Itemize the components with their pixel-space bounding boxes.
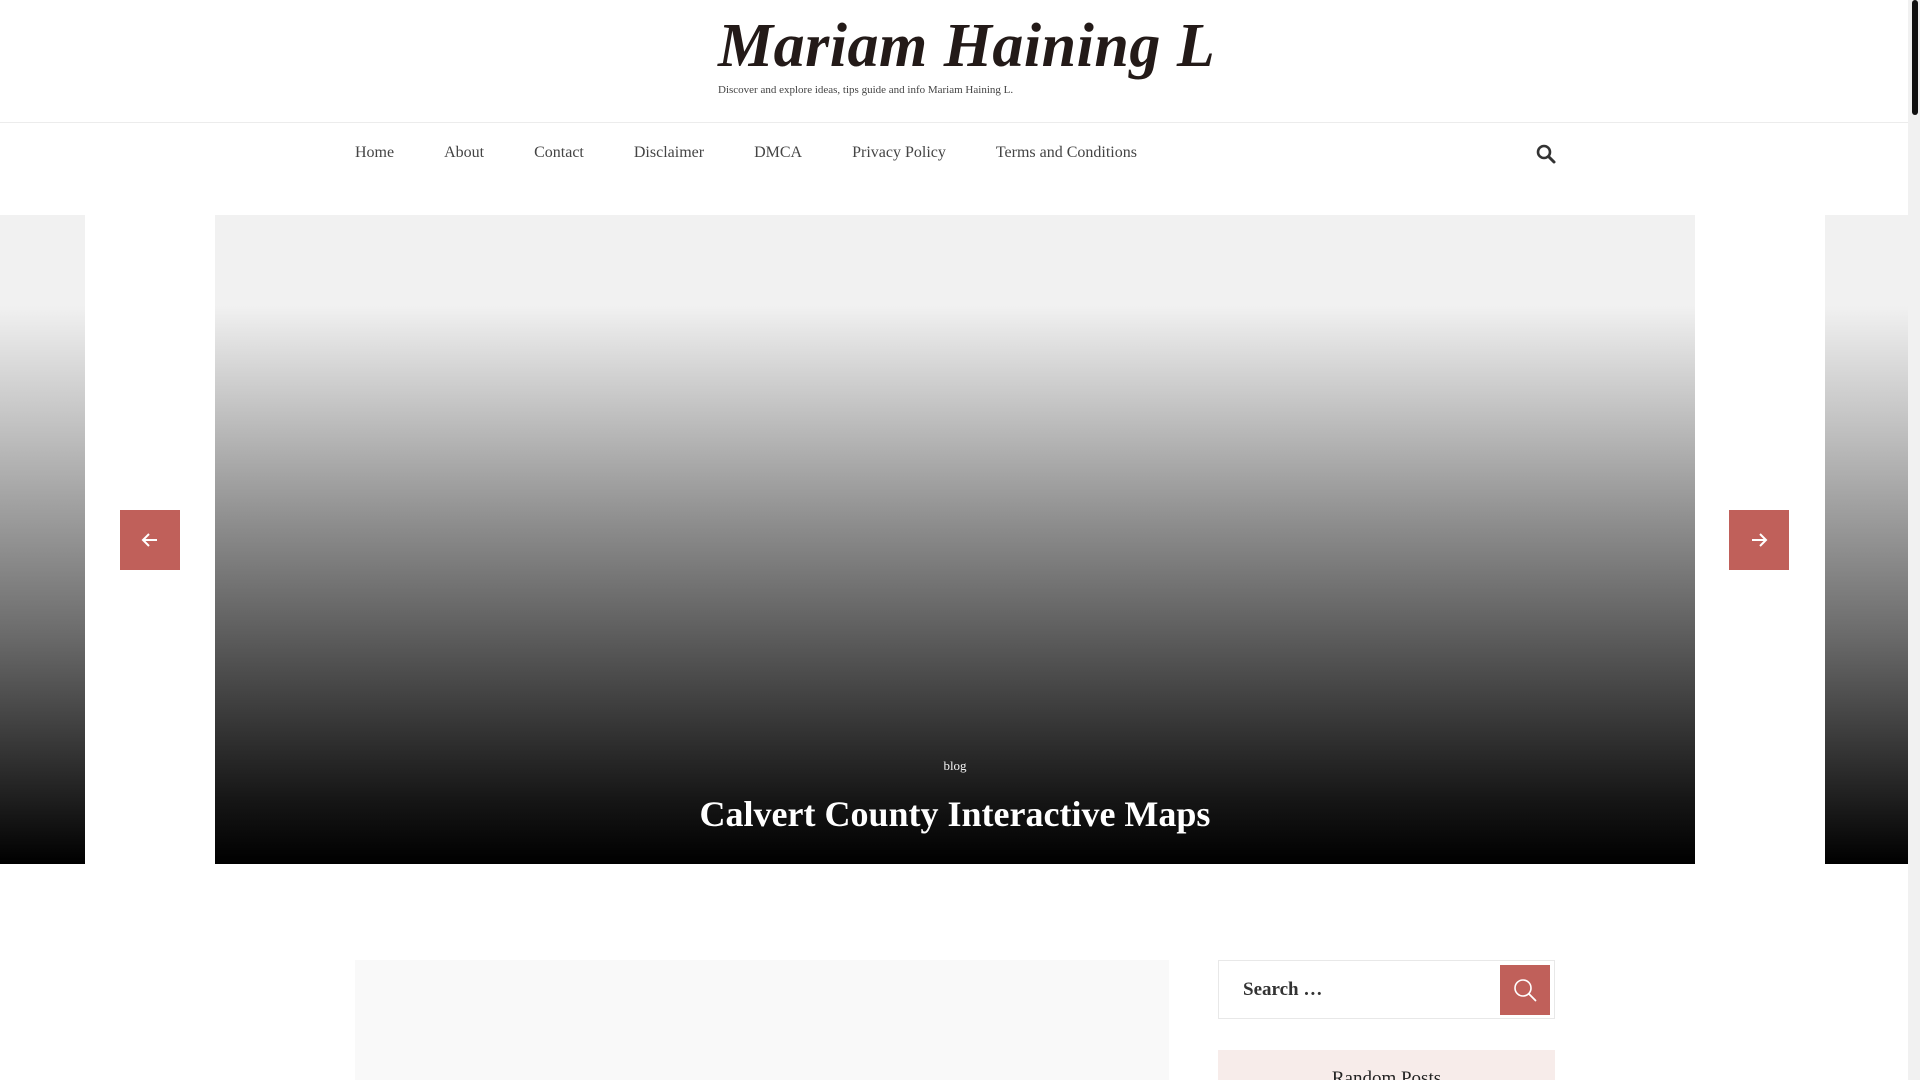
sidebar-search-button[interactable] <box>1500 965 1550 1015</box>
featured-slider: blog Calvert County Interactive Maps <box>0 215 1908 864</box>
scrollbar-thumb[interactable] <box>1912 0 1918 115</box>
site-description: Discover and explore ideas, tips guide a… <box>718 84 1014 96</box>
site-title[interactable]: Mariam Haining L <box>718 12 1215 80</box>
nav-item-disclaimer[interactable]: Disclaimer <box>634 144 704 162</box>
featured-slide[interactable]: blog Calvert County Interactive Maps <box>215 215 1695 864</box>
nav-item-contact[interactable]: Contact <box>534 144 584 162</box>
main-navigation: Home About Contact Disclaimer DMCA Priva… <box>0 124 1908 186</box>
next-slide-preview[interactable] <box>1825 215 1908 864</box>
arrow-left-icon <box>141 533 157 547</box>
site-header: Mariam Haining L Discover and explore id… <box>0 0 1908 123</box>
random-posts-widget: Random Posts <box>1218 1050 1555 1080</box>
slide-title[interactable]: Calvert County Interactive Maps <box>215 793 1695 835</box>
nav-item-terms[interactable]: Terms and Conditions <box>996 144 1137 162</box>
page-scrollbar[interactable] <box>1908 0 1920 1080</box>
nav-item-about[interactable]: About <box>444 144 484 162</box>
nav-menu: Home About Contact Disclaimer DMCA Priva… <box>355 144 1187 162</box>
slide-category[interactable]: blog <box>215 758 1695 774</box>
search-icon <box>1514 979 1537 1002</box>
post-content-area <box>355 960 1169 1080</box>
sidebar-search-input[interactable] <box>1219 961 1499 1018</box>
previous-slide-preview[interactable] <box>0 215 85 864</box>
arrow-right-icon <box>1752 533 1768 547</box>
nav-item-privacy-policy[interactable]: Privacy Policy <box>852 144 946 162</box>
nav-item-dmca[interactable]: DMCA <box>754 144 802 162</box>
slider-next-button[interactable] <box>1729 510 1789 570</box>
search-icon[interactable] <box>1535 143 1557 165</box>
nav-item-home[interactable]: Home <box>355 144 394 162</box>
site-branding: Mariam Haining L Discover and explore id… <box>718 12 1215 96</box>
sidebar-search-widget <box>1218 960 1555 1019</box>
random-posts-title: Random Posts <box>1331 1068 1442 1080</box>
slider-prev-button[interactable] <box>120 510 180 570</box>
